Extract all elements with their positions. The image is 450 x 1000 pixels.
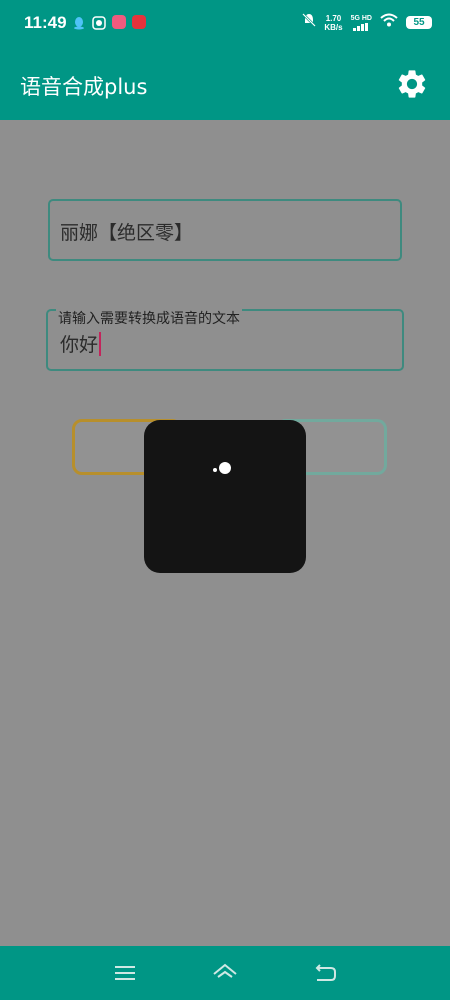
menu-button[interactable] [110,959,140,987]
text-cursor [99,331,102,356]
mute-icon [302,12,317,33]
gear-icon [398,70,426,98]
status-indicators: 1.70 KB/s 5G HD 55 [302,12,432,33]
text-input-value: 你好 [60,334,99,356]
voice-selector[interactable]: 丽娜【绝区零】 [48,199,402,261]
voice-selector-value: 丽娜【绝区零】 [60,222,194,244]
network-speed-unit: KB/s [324,22,343,32]
back-icon [315,964,336,981]
signal-bars-icon [353,22,369,31]
status-time: 11:49 [24,13,67,32]
network-speed: 1.70 KB/s [324,14,342,32]
qq-icon [72,15,86,30]
network-speed-value: 1.70 [325,13,342,23]
cell-signal: 5G HD [351,15,372,31]
navigation-bar [0,946,450,1000]
back-button[interactable] [310,959,340,987]
battery-indicator: 55 [406,16,432,29]
settings-button[interactable] [392,64,432,104]
text-input-label: 请输入需要转换成语音的文本 [56,308,242,328]
loading-spinner-icon [213,462,231,474]
wifi-icon [380,13,398,32]
text-input-field[interactable]: 请输入需要转换成语音的文本 你好 [46,308,404,371]
status-bar: 11:49 1.70 KB/s 5G HD 55 [0,0,450,48]
loading-dialog [144,420,306,573]
home-icon [213,963,237,978]
home-button[interactable] [210,959,240,987]
app-title: 语音合成plus [20,75,148,99]
network-type-label: 5G HD [350,14,372,22]
menu-icon [115,966,135,980]
app-notification-icon [92,15,106,30]
notification-icons [72,15,146,30]
text-input-content: 你好 [60,330,102,357]
game-notification-icon [112,15,126,29]
shop-notification-icon [132,15,146,29]
app-bar: 语音合成plus [0,48,450,120]
